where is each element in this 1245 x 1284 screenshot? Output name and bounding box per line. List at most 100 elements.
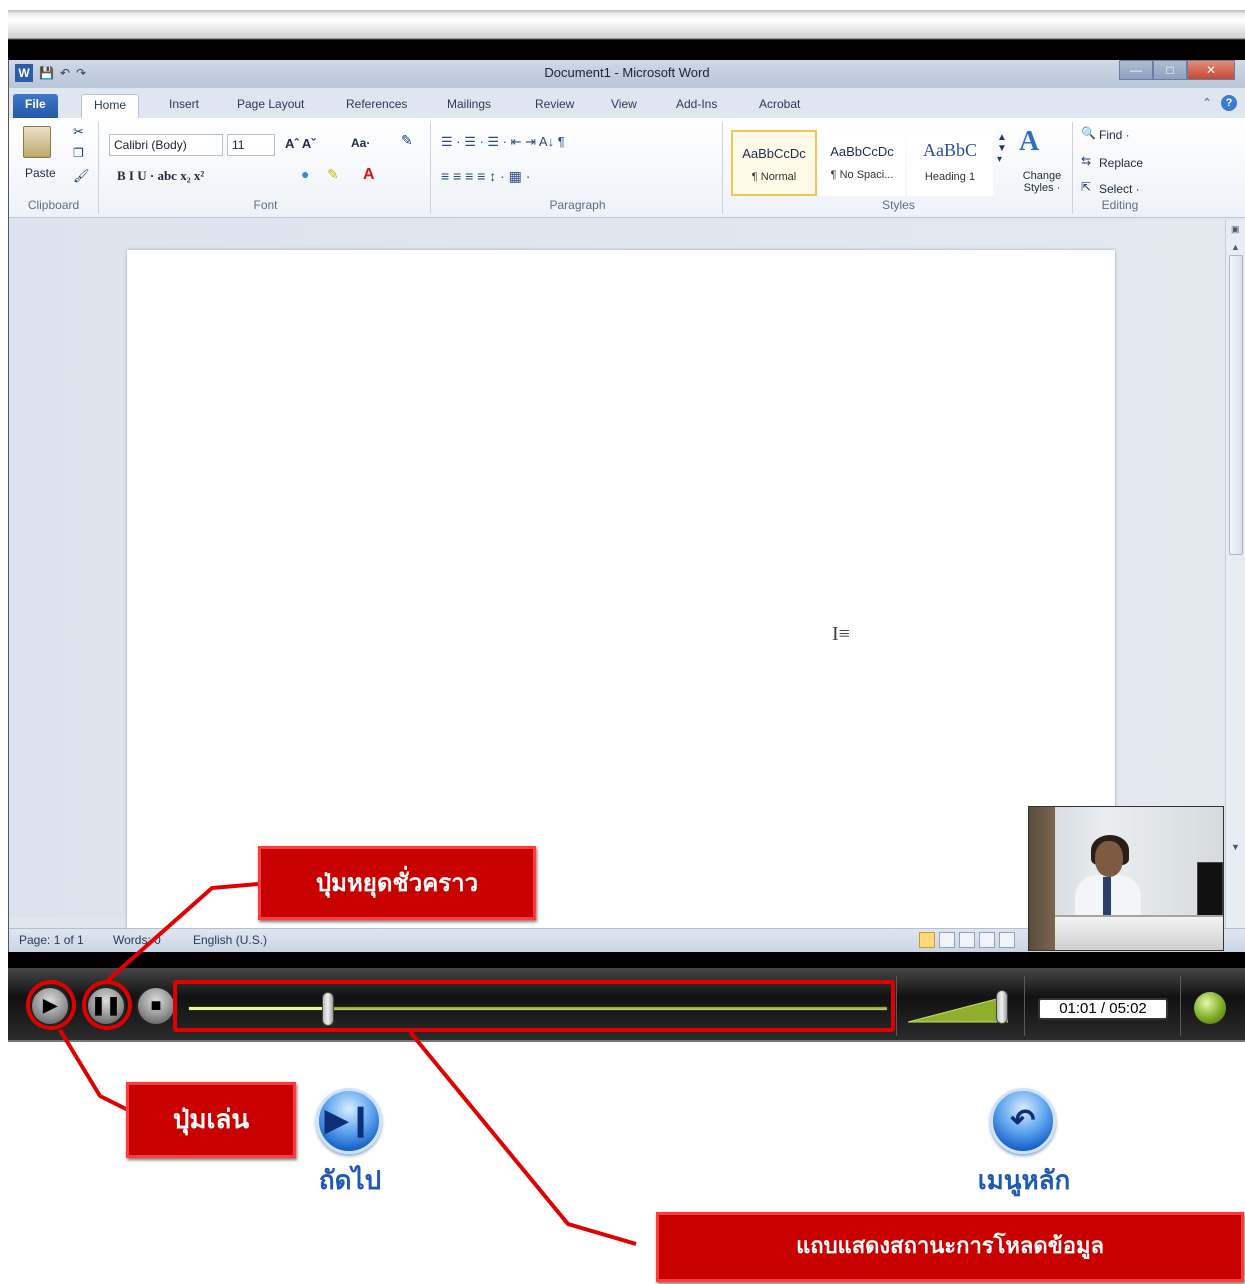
close-icon[interactable]: ✕ xyxy=(1187,60,1235,80)
window-controls: — □ ✕ xyxy=(1119,60,1235,80)
replace-button[interactable]: Replace xyxy=(1099,156,1143,170)
webcam-monitor xyxy=(1197,862,1223,922)
minimize-ribbon-icon[interactable]: ⌃ xyxy=(1199,95,1215,111)
grow-shrink-font-buttons[interactable]: Aˆ Aˇ xyxy=(285,136,316,151)
video-top-frame xyxy=(8,10,1245,62)
editing-group-label: Editing xyxy=(1101,198,1139,212)
style-sample: AaBbCcDc xyxy=(830,144,894,159)
style-name: ¶ Normal xyxy=(751,171,797,183)
style-name: Heading 1 xyxy=(924,171,976,183)
play-highlight-ring xyxy=(26,980,76,1030)
tab-file[interactable]: File xyxy=(13,94,58,118)
paste-icon[interactable] xyxy=(23,126,51,158)
ribbon-help: ⌃ ? xyxy=(1199,95,1237,111)
font-color-button[interactable]: A xyxy=(363,166,375,184)
style-sample: AaBbCcDc xyxy=(742,146,806,161)
next-icon: ▶❙ xyxy=(324,1104,374,1137)
styles-scroll-icon[interactable]: ▲ ▼ ▾ xyxy=(997,132,1007,165)
return-icon: ↶ xyxy=(1010,1104,1036,1137)
stop-button[interactable]: ■ xyxy=(136,986,176,1026)
stop-icon: ■ xyxy=(150,995,162,1015)
loadbar-highlight-rect xyxy=(173,980,895,1032)
main-menu-label[interactable]: เมนูหลัก xyxy=(954,1160,1094,1201)
language-indicator[interactable]: English (U.S.) xyxy=(193,933,267,947)
find-button[interactable]: Find · xyxy=(1099,128,1130,142)
font-size-select[interactable]: 11 xyxy=(227,134,275,156)
volume-ramp-icon xyxy=(907,995,1009,1023)
help-icon[interactable]: ? xyxy=(1221,95,1237,111)
find-icon[interactable]: 🔍 xyxy=(1081,126,1096,140)
change-styles-button[interactable]: Change Styles · xyxy=(1015,170,1069,194)
style-no-spacing[interactable]: AaBbCcDc ¶ No Spaci... xyxy=(819,130,905,196)
select-button[interactable]: Select · xyxy=(1099,182,1140,196)
style-sample: AaBbC xyxy=(923,140,977,160)
tab-view[interactable]: View xyxy=(599,94,649,118)
separator xyxy=(1024,976,1025,1036)
presenter-tie xyxy=(1103,877,1111,917)
volume-slider[interactable] xyxy=(907,990,1009,1024)
paste-button[interactable]: Paste xyxy=(25,166,56,180)
page-count[interactable]: Page: 1 of 1 xyxy=(19,933,84,947)
cut-icon[interactable]: ✂ xyxy=(73,124,84,140)
ribbon-home: Paste ✂ ❐ 🖌 Clipboard Calibri (Body) 11 … xyxy=(9,118,1245,218)
main-menu-button[interactable]: ↶ xyxy=(990,1088,1056,1154)
loadbar-callout: แถบแสดงสถานะการโหลดข้อมูล xyxy=(656,1212,1244,1282)
maximize-icon[interactable]: □ xyxy=(1153,60,1187,80)
clear-formatting-icon[interactable]: ✎ xyxy=(401,132,413,149)
time-display: 01:01 / 05:02 xyxy=(1038,998,1168,1020)
ruler-toggle-icon[interactable]: ▣ xyxy=(1231,224,1240,235)
vertical-scrollbar[interactable]: ▣ ▲ ▼ xyxy=(1225,220,1245,942)
next-button[interactable]: ▶❙ xyxy=(316,1088,382,1154)
style-normal[interactable]: AaBbCcDc ¶ Normal xyxy=(731,130,817,196)
scroll-down-icon[interactable]: ▼ xyxy=(1231,842,1240,852)
scroll-up-icon[interactable]: ▲ xyxy=(1231,242,1240,252)
change-case-button[interactable]: Aa· xyxy=(351,136,370,150)
font-group: Calibri (Body) 11 Aˆ Aˇ Aa· ✎ B I U · ab… xyxy=(101,122,431,214)
replace-icon[interactable]: ⇆ xyxy=(1081,154,1091,168)
document-page[interactable]: I≡ xyxy=(127,250,1115,940)
text-effects-icon[interactable]: ● xyxy=(301,166,309,182)
font-group-label: Font xyxy=(253,198,278,212)
tab-review[interactable]: Review xyxy=(523,94,586,118)
pause-highlight-ring xyxy=(82,980,132,1030)
minimize-icon[interactable]: — xyxy=(1119,60,1153,80)
web-layout-icon[interactable] xyxy=(959,932,975,948)
styles-group-label: Styles xyxy=(882,198,915,212)
editing-group: 🔍 Find · ⇆ Replace ⇱ Select · Editing xyxy=(1075,122,1165,214)
tab-mailings[interactable]: Mailings xyxy=(435,94,503,118)
print-layout-icon[interactable] xyxy=(919,932,935,948)
word-count[interactable]: Words: 0 xyxy=(113,933,161,947)
tab-references[interactable]: References xyxy=(334,94,419,118)
volume-handle[interactable] xyxy=(996,990,1008,1024)
tab-page-layout[interactable]: Page Layout xyxy=(225,94,316,118)
select-icon[interactable]: ⇱ xyxy=(1081,180,1091,194)
font-name-select[interactable]: Calibri (Body) xyxy=(109,134,223,156)
separator xyxy=(896,976,897,1036)
tab-add-ins[interactable]: Add-Ins xyxy=(664,94,729,118)
copy-icon[interactable]: ❐ xyxy=(73,146,84,160)
list-indent-sort-buttons[interactable]: ☰ · ☰ · ☰ · ⇤ ⇥ A↓ ¶ xyxy=(441,134,565,150)
style-heading-1[interactable]: AaBbC Heading 1 xyxy=(907,130,993,196)
tutorial-screenshot: W 💾 ↶ ↷ Document1 - Microsoft Word — □ ✕… xyxy=(0,0,1245,1284)
tab-acrobat[interactable]: Acrobat xyxy=(747,94,812,118)
highlight-color-icon[interactable]: ✎ xyxy=(327,166,339,183)
title-bar: W 💾 ↶ ↷ Document1 - Microsoft Word — □ ✕ xyxy=(9,60,1245,88)
next-label[interactable]: ถัดไป xyxy=(300,1160,400,1201)
ribbon-tabs: File Home Insert Page Layout References … xyxy=(9,88,1245,118)
bold-italic-underline-buttons[interactable]: B I U · abc x₂ x² xyxy=(117,168,204,184)
styles-group: AaBbCcDc ¶ Normal AaBbCcDc ¶ No Spaci...… xyxy=(725,122,1073,214)
full-screen-reading-icon[interactable] xyxy=(939,932,955,948)
tab-home[interactable]: Home xyxy=(81,94,140,118)
format-painter-icon[interactable]: 🖌 xyxy=(73,168,90,184)
tab-insert[interactable]: Insert xyxy=(157,94,211,118)
scrollbar-thumb[interactable] xyxy=(1229,255,1243,555)
draft-icon[interactable] xyxy=(999,932,1015,948)
window-title: Document1 - Microsoft Word xyxy=(544,65,710,80)
text-cursor-icon: I≡ xyxy=(832,623,850,645)
alignment-buttons[interactable]: ≡ ≡ ≡ ≡ ↕ · ▦ · xyxy=(441,168,530,185)
pause-callout: ปุ่มหยุดชั่วคราว xyxy=(258,846,536,920)
presenter-head xyxy=(1095,841,1123,877)
outline-icon[interactable] xyxy=(979,932,995,948)
fullscreen-orb-icon[interactable] xyxy=(1194,992,1226,1024)
change-styles-icon[interactable]: A xyxy=(1019,126,1039,158)
